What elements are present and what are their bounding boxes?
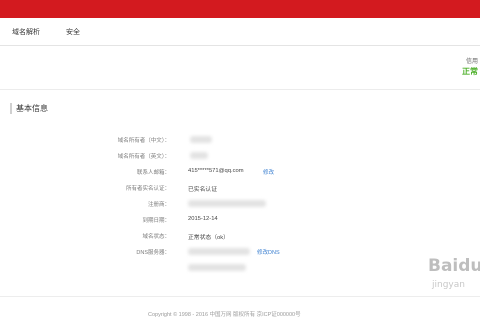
watermark-text: Baidu [428, 256, 480, 276]
redacted-value [190, 136, 212, 143]
nav-item-security[interactable]: 安全 [66, 27, 80, 37]
info-label: 域名所有者（英文）： [117, 154, 170, 160]
redacted-value [188, 248, 250, 255]
info-value-expiry-date: 2015-12-14 [188, 216, 218, 222]
info-row-registrar: 注册商： [0, 198, 480, 210]
watermark-subtext: jingyan [432, 280, 465, 290]
info-row-owner-en: 域名所有者（英文）： [0, 150, 480, 162]
status-label: 信用 [465, 59, 478, 65]
watermark: Baidu jingyan [428, 256, 480, 306]
top-header-bar [0, 0, 480, 18]
info-label: 到期日期： [142, 218, 170, 224]
footer-copyright: Copyright © 1998 - 2016 中国万网 版权所有 京ICP证0… [148, 312, 301, 318]
info-label: 域名状态： [142, 234, 170, 240]
info-value-verification: 已实名认证 [188, 187, 217, 193]
footer-divider [0, 296, 480, 297]
info-row-dns-servers-2 [0, 262, 480, 274]
top-nav: 域名解析 安全 [0, 18, 480, 46]
redacted-value [190, 152, 208, 159]
info-row-owner-cn: 域名所有者（中文）： [0, 134, 480, 146]
info-label: 联系人邮箱： [136, 170, 170, 176]
info-label: 域名所有者（中文）： [117, 138, 170, 144]
info-label: DNS服务器： [136, 250, 170, 256]
status-panel: 信用 正常 [0, 46, 480, 90]
edit-email-link[interactable]: 修改 [263, 168, 274, 176]
info-row-domain-status: 域名状态： 正常状态（ok） [0, 230, 480, 242]
section-title-basic-info: 基本信息 [10, 103, 48, 114]
nav-item-dns-resolution[interactable]: 域名解析 [12, 27, 40, 37]
edit-dns-link[interactable]: 修改DNS [257, 248, 280, 256]
info-row-dns-servers: DNS服务器： 修改DNS [0, 246, 480, 258]
redacted-value [188, 200, 266, 207]
info-row-expiry-date: 到期日期： 2015-12-14 [0, 214, 480, 226]
info-label: 注册商： [147, 202, 170, 208]
info-row-contact-email: 联系人邮箱： 415*****571@qq.com 修改 [0, 166, 480, 178]
status-value: 正常 [462, 67, 478, 76]
info-label: 所有者实名认证： [125, 186, 170, 192]
info-row-verification: 所有者实名认证： 已实名认证 [0, 182, 480, 194]
redacted-value [188, 264, 246, 271]
info-value-email: 415*****571@qq.com [188, 168, 244, 174]
info-value-domain-status: 正常状态（ok） [188, 235, 229, 241]
